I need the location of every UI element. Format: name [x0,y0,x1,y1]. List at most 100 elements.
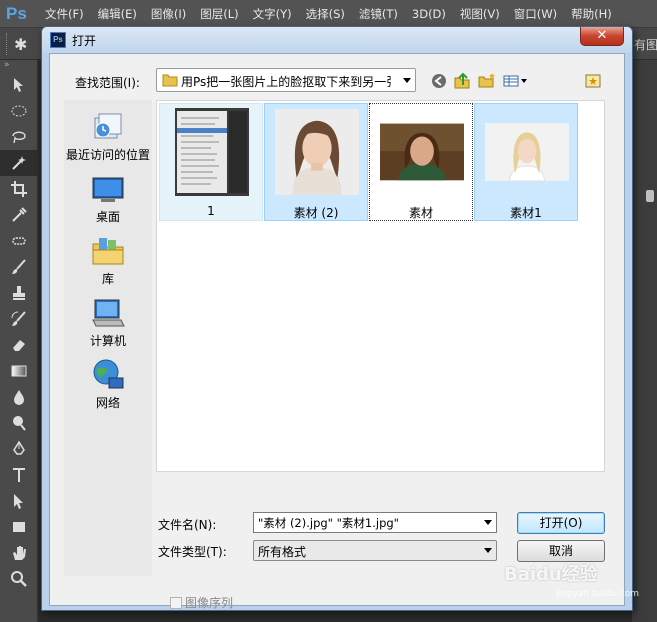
filetype-label: 文件类型(T): [158,545,227,559]
libraries-icon [91,234,125,268]
healing-brush-tool-icon[interactable] [0,228,38,254]
options-bar-handle[interactable] [6,33,9,55]
file-name: 素材 [408,206,433,220]
filetype-value: 所有格式 [258,545,307,559]
crop-tool-icon[interactable] [0,176,38,202]
type-tool-icon[interactable] [0,462,38,488]
image-sequence-option: 图像序列 [170,594,233,611]
place-label-libraries: 库 [101,272,114,286]
menu-window[interactable]: 窗口(W) [507,0,564,28]
history-brush-tool-icon[interactable] [0,306,38,332]
menu-view[interactable]: 视图(V) [453,0,507,28]
file-thumbnail [275,108,359,196]
right-panel-strip [632,60,657,622]
desktop-icon [91,172,125,206]
place-label-desktop: 桌面 [95,210,120,224]
place-desktop[interactable]: 桌面 [64,172,152,225]
menu-type[interactable]: 文字(Y) [246,0,299,28]
marquee-tool-icon[interactable] [0,98,38,124]
baidu-watermark-url: jingyan.baidu.com [556,589,640,599]
filetype-select[interactable]: 所有格式 [253,540,497,561]
menu-bar: Ps 文件(F) 编辑(E) 图像(I) 图层(L) 文字(Y) 选择(S) 滤… [0,0,657,28]
computer-icon [91,296,125,330]
file-name: 素材 (2) [293,206,339,220]
place-label-network: 网络 [95,396,120,410]
file-item[interactable]: 素材 (2) [264,103,368,221]
dodge-tool-icon[interactable] [0,410,38,436]
image-sequence-checkbox [170,596,182,609]
view-menu-icon[interactable] [502,72,530,90]
place-network[interactable]: 网络 [64,358,152,411]
places-bar: 最近访问的位置 桌面 库 计算机 网络 [64,100,152,576]
brush-tool-icon[interactable] [0,254,38,280]
filename-label: 文件名(N): [158,518,217,532]
menu-edit[interactable]: 编辑(E) [91,0,144,28]
network-icon [91,358,125,392]
eraser-tool-icon[interactable] [0,332,38,358]
place-label-computer: 计算机 [89,334,126,348]
panel-scroll-thumb[interactable] [646,190,654,202]
favorites-icon[interactable] [584,72,602,90]
eyedropper-tool-icon[interactable] [0,202,38,228]
baidu-watermark: Baidu经验 [504,564,598,585]
tools-collapse-icon[interactable]: » [0,60,37,72]
back-icon[interactable] [430,72,448,90]
up-folder-icon[interactable] [453,72,471,90]
file-item[interactable]: 素材 [369,103,473,221]
file-item[interactable]: 1 [159,103,263,221]
place-recent[interactable]: 最近访问的位置 [64,110,152,163]
place-label-recent: 最近访问的位置 [65,148,150,162]
dialog-client: 查找范围(I): 用Ps把一张图片上的脸抠取下来到另一张 最近访问的位置 桌面 … [49,53,625,610]
file-item[interactable]: 素材1 [474,103,578,221]
cancel-button[interactable]: 取消 [517,540,605,562]
open-button[interactable]: 打开(O) [517,512,605,534]
lasso-tool-icon[interactable] [0,124,38,150]
rectangle-tool-icon[interactable] [0,514,38,540]
panel-partial-text: 有图 [634,38,657,52]
place-libraries[interactable]: 库 [64,234,152,287]
move-tool-icon[interactable] [0,72,38,98]
open-dialog: Ps 打开 ✕ 查找范围(I): 用Ps把一张图片上的脸抠取下来到另一张 最近访… [41,26,633,611]
blur-tool-icon[interactable] [0,384,38,410]
file-thumbnail [485,108,569,196]
chevron-down-icon[interactable] [484,520,492,525]
tools-panel: » [0,60,38,622]
photoshop-logo: Ps [6,3,27,23]
menu-select[interactable]: 选择(S) [299,0,352,28]
place-computer[interactable]: 计算机 [64,296,152,349]
new-folder-icon[interactable] [478,72,496,90]
menu-3d[interactable]: 3D(D) [405,0,453,28]
file-thumbnail [170,108,254,196]
image-sequence-label: 图像序列 [185,596,234,610]
photoshop-app-icon: Ps [50,32,66,48]
menu-file[interactable]: 文件(F) [38,0,91,28]
hand-tool-icon[interactable] [0,540,38,566]
file-name: 1 [207,204,215,218]
close-button[interactable]: ✕ [580,27,624,46]
chevron-down-icon[interactable] [484,548,492,553]
look-in-label: 查找范围(I): [75,76,140,90]
zoom-tool-icon[interactable] [0,566,38,592]
path-selection-tool-icon[interactable] [0,488,38,514]
file-list[interactable]: 1 素材 (2) 素材 素材1 [156,100,605,472]
pen-tool-icon[interactable] [0,436,38,462]
menu-layer[interactable]: 图层(L) [193,0,245,28]
menu-image[interactable]: 图像(I) [144,0,193,28]
recent-places-icon [91,110,125,144]
magic-wand-icon[interactable]: ✱ [14,35,27,54]
stamp-tool-icon[interactable] [0,280,38,306]
look-in-combo[interactable]: 用Ps把一张图片上的脸抠取下来到另一张 [156,68,416,92]
filename-input[interactable]: "素材 (2).jpg" "素材1.jpg" [253,512,497,533]
menu-help[interactable]: 帮助(H) [564,0,619,28]
folder-icon [162,73,178,90]
file-name: 素材1 [510,206,542,220]
gradient-tool-icon[interactable] [0,358,38,384]
look-in-value: 用Ps把一张图片上的脸抠取下来到另一张 [181,75,391,89]
chevron-down-icon[interactable] [403,78,411,83]
magic-wand-tool-icon[interactable] [0,150,38,176]
dialog-titlebar[interactable]: Ps 打开 [42,27,632,53]
filename-value: "素材 (2).jpg" "素材1.jpg" [258,516,399,530]
dialog-title: 打开 [72,34,97,48]
menu-filter[interactable]: 滤镜(T) [352,0,405,28]
file-thumbnail [380,108,464,196]
